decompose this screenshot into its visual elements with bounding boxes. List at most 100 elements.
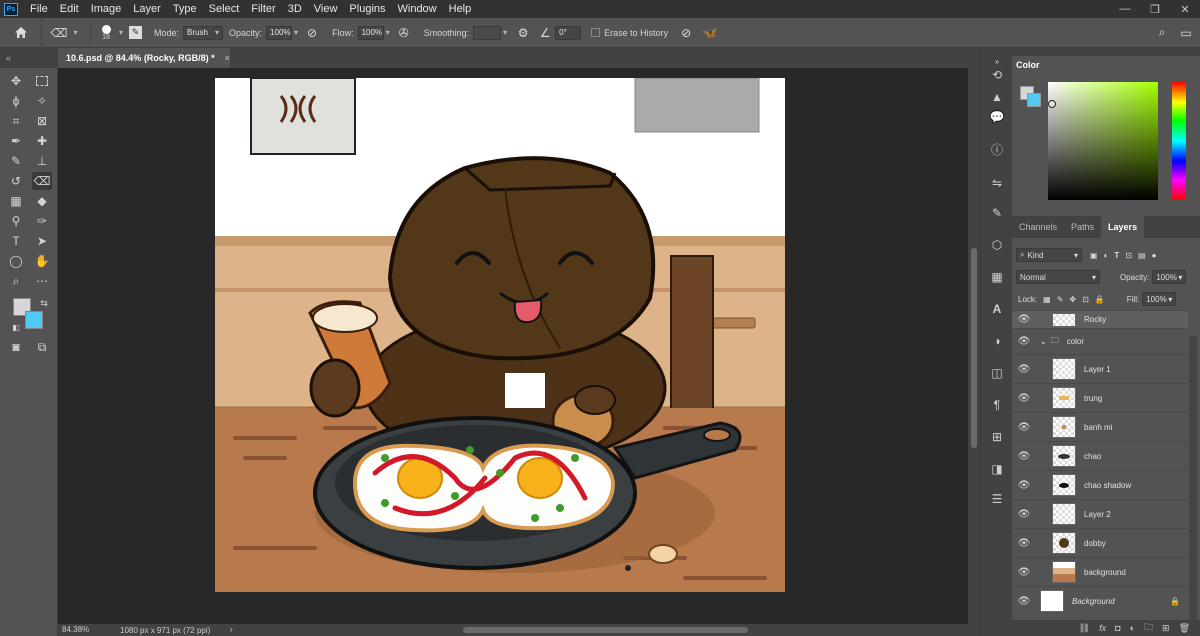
tab-layers[interactable]: Layers [1101,216,1145,238]
canvas-area[interactable] [58,68,968,624]
filter-image-icon[interactable]: ▣ [1090,251,1098,260]
eye-icon[interactable]: 👁 [1012,596,1036,607]
menu-filter[interactable]: Filter [245,3,281,15]
horizontal-scrollbar-thumb[interactable] [463,627,748,633]
restore-button[interactable]: ❐ [1140,0,1170,18]
eye-icon[interactable]: 👁 [1012,314,1036,325]
link-icon[interactable]: ⛓ [1079,623,1090,634]
lock-transparency-icon[interactable]: ▦ [1043,295,1051,304]
chevron-down-icon[interactable]: ▾ [119,28,123,37]
filter-toggle-icon[interactable]: ● [1152,251,1157,260]
close-icon[interactable]: × [225,53,230,63]
pressure-size-icon[interactable]: ⊘ [678,25,694,41]
tool-preset-picker[interactable]: ⌫ ▾ [42,26,86,40]
layer-group-color[interactable]: 👁 ⌄ 🗀 color [1012,328,1188,354]
lock-pixels-icon[interactable]: ✎ [1057,295,1064,304]
minimize-button[interactable]: — [1110,0,1140,18]
fx-icon[interactable]: fx [1099,623,1106,633]
filter-smart-icon[interactable]: ▤ [1138,251,1146,260]
info-panel-icon[interactable]: ⓘ [988,140,1006,158]
color-background-swatch[interactable] [1027,93,1041,107]
trash-icon[interactable]: 🗑 [1179,623,1190,634]
menu-layer[interactable]: Layer [127,3,167,15]
layer-row-chao[interactable]: 👁 chao [1012,441,1188,470]
new-layer-icon[interactable]: ⊞ [1162,623,1170,634]
hue-slider[interactable] [1172,82,1186,200]
screen-mode-icon[interactable]: ⧉ [32,338,52,356]
vertical-scrollbar[interactable] [968,68,980,624]
menu-plugins[interactable]: Plugins [343,3,391,15]
search-icon[interactable]: ⌕ [1154,25,1170,41]
fill-input[interactable]: 100% ▾ [1142,292,1177,306]
layer-row-dobby[interactable]: 👁 dobby [1012,528,1188,557]
tab-color[interactable]: Color [1016,60,1040,70]
blur-tool-icon[interactable]: ◆ [32,192,52,210]
menu-edit[interactable]: Edit [54,3,85,15]
chevron-down-icon[interactable]: ▾ [294,28,298,37]
collapse-toolbar-icon[interactable]: « [6,48,11,68]
mode-select[interactable]: Brush ▾ [183,25,224,40]
quick-mask-icon[interactable]: ◙ [6,338,26,356]
move-tool-icon[interactable]: ✥ [6,72,26,90]
eye-icon[interactable]: 👁 [1012,364,1036,375]
3d-panel-icon[interactable]: ⬡ [988,236,1006,254]
eye-icon[interactable]: 👁 [1012,538,1036,549]
eye-icon[interactable]: 👁 [1012,451,1036,462]
chevron-down-icon[interactable]: ▾ [386,28,390,37]
tab-paths[interactable]: Paths [1064,216,1101,238]
layer-row-layer-1[interactable]: 👁 Layer 1 [1012,354,1188,383]
menu-view[interactable]: View [308,3,344,15]
history-panel-icon[interactable]: ⟲ [988,66,1006,84]
swap-colors-icon[interactable]: ⇆ [34,294,54,312]
eye-icon[interactable]: 👁 [1012,567,1036,578]
frame-tool-icon[interactable]: ⊠ [32,112,52,130]
paragraph-panel-icon[interactable]: ¶ [988,396,1006,414]
brush-tool-icon[interactable]: ✎ [6,152,26,170]
eye-icon[interactable]: 👁 [1012,336,1036,347]
marquee-tool-icon[interactable] [32,72,52,90]
healing-brush-icon[interactable]: ✚ [32,132,52,150]
layer-row-background[interactable]: 👁 Background 🔒 [1012,586,1188,615]
type-tool-icon[interactable]: T [6,232,26,250]
status-menu-arrow[interactable]: › [230,625,233,634]
layer-row-background-art[interactable]: 👁 background [1012,557,1188,586]
menu-3d[interactable]: 3D [282,3,308,15]
menu-type[interactable]: Type [167,3,203,15]
chevron-down-icon[interactable]: ▾ [503,28,507,37]
sliders-panel-icon[interactable]: ☰ [988,490,1006,508]
filter-adjustment-icon[interactable]: ◐ [1104,251,1109,260]
color-field[interactable] [1048,82,1158,200]
zoom-tool-icon[interactable]: ⌕ [6,272,26,290]
tab-channels[interactable]: Channels [1012,216,1064,238]
layers-scrollbar[interactable] [1189,336,1197,626]
path-selection-icon[interactable]: ➤ [32,232,52,250]
menu-file[interactable]: File [24,3,54,15]
layer-row-trung[interactable]: 👁 trung [1012,383,1188,412]
lasso-tool-icon[interactable]: ϕ [6,92,26,110]
mask-icon[interactable]: ◘ [1115,623,1120,633]
filter-type-icon[interactable]: T [1114,251,1119,260]
pressure-opacity-icon[interactable]: ⊘ [304,25,320,41]
zoom-level[interactable]: 84.38% [62,625,89,634]
menu-select[interactable]: Select [203,3,246,15]
eyedropper-icon[interactable]: ✒ [6,132,26,150]
eye-icon[interactable]: 👁 [1012,480,1036,491]
grid-panel-icon[interactable]: ⊞ [988,428,1006,446]
close-window-button[interactable]: ✕ [1170,0,1200,18]
actions-panel-icon[interactable]: ▲ [988,88,1006,106]
home-button[interactable] [0,17,42,48]
angle-input[interactable]: 0° [555,25,582,40]
character-panel-icon[interactable]: A [988,300,1006,318]
color-picker-ring[interactable] [1048,100,1056,108]
brush-settings-icon[interactable]: ✎ [129,26,143,39]
layer-row-rocky[interactable]: 👁 Rocky [1012,310,1188,328]
airbrush-icon[interactable]: ✇ [396,25,412,41]
layer-opacity-input[interactable]: 100% ▾ [1152,270,1187,284]
styles-panel-icon[interactable]: ◑ [988,332,1006,350]
dodge-tool-icon[interactable]: ⚲ [6,212,26,230]
symmetry-icon[interactable]: 🦋 [702,25,718,41]
filter-shape-icon[interactable]: ⊡ [1125,251,1132,260]
quick-selection-icon[interactable]: ✧ [32,92,52,110]
opacity-input[interactable]: 100% [266,25,293,40]
lock-all-icon[interactable]: 🔒 [1095,295,1105,304]
